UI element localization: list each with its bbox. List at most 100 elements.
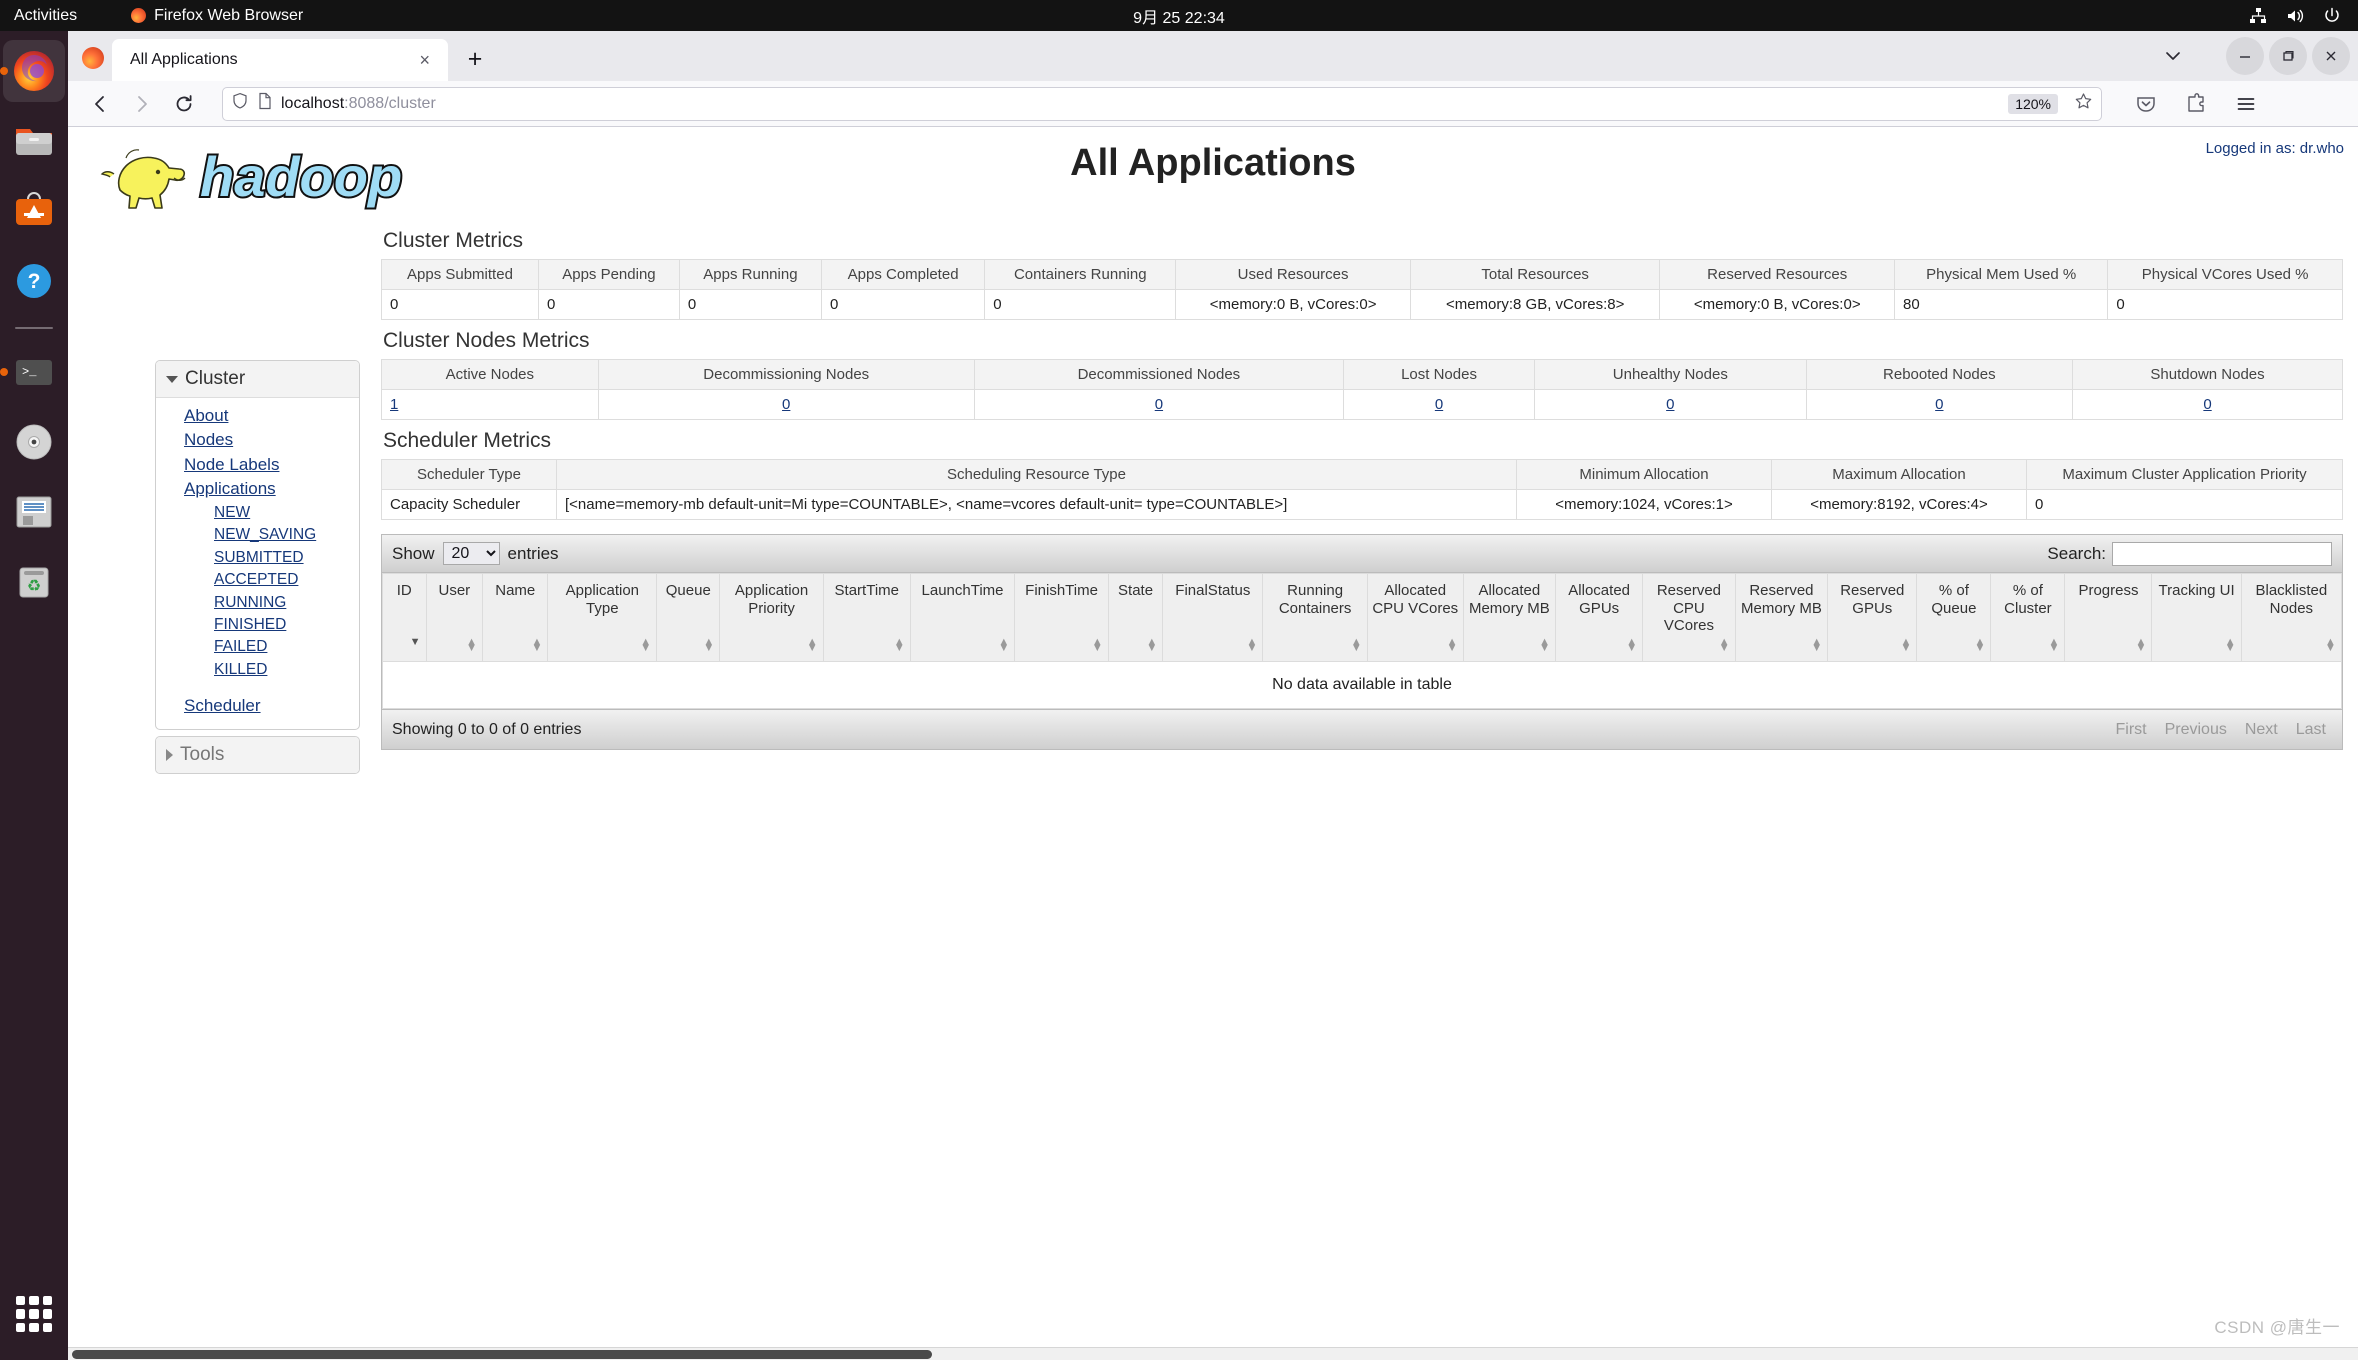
dock-item-disc[interactable] (3, 411, 65, 473)
dock-item-terminal[interactable]: >_ (3, 341, 65, 403)
col-state[interactable]: State ▲ ▼ (1107, 572, 1164, 663)
network-icon[interactable] (2248, 6, 2268, 26)
navigation-toolbar: localhost:8088/cluster 120% (68, 81, 2358, 127)
sidebar-item-about[interactable]: About (156, 404, 359, 428)
col-starttime[interactable]: StartTime ▲ ▼ (822, 572, 911, 663)
col-application-priority[interactable]: Application Priority ▲ ▼ (719, 572, 824, 663)
save-to-pocket-icon[interactable] (2128, 86, 2164, 122)
sidebar-item-applications[interactable]: Applications (156, 477, 359, 501)
sidebar-header-tools[interactable]: Tools (156, 736, 359, 773)
gnome-top-bar: Activities Firefox Web Browser 9月 25 22:… (0, 0, 2358, 31)
col-name[interactable]: Name ▲ ▼ (482, 572, 549, 663)
col-reserved-gpus[interactable]: Reserved GPUs ▲ ▼ (1827, 572, 1918, 663)
dock-item-firefox[interactable] (3, 40, 65, 102)
col-blacklisted-nodes[interactable]: Blacklisted Nodes ▲ ▼ (2240, 572, 2343, 663)
maximize-restore-button[interactable] (2269, 37, 2307, 75)
col-allocated-cpu-vcores[interactable]: Allocated CPU VCores ▲ ▼ (1366, 572, 1464, 663)
tab-all-applications[interactable]: All Applications × (112, 39, 448, 81)
url-bar[interactable]: localhost:8088/cluster 120% (222, 86, 2102, 121)
col-application-type[interactable]: Application Type ▲ ▼ (547, 572, 658, 663)
cell-decommissioned-nodes: 0 (973, 389, 1345, 420)
pager-last[interactable]: Last (2288, 717, 2334, 743)
close-window-button[interactable] (2312, 37, 2350, 75)
pager-first[interactable]: First (2107, 717, 2154, 743)
link-lost-nodes[interactable]: 0 (1435, 396, 1443, 413)
horizontal-scrollbar[interactable] (68, 1347, 2358, 1360)
col-percent-of-cluster[interactable]: % of Cluster ▲ ▼ (1990, 572, 2066, 663)
scrollbar-thumb[interactable] (72, 1350, 932, 1359)
extensions-icon[interactable] (2178, 86, 2214, 122)
sidebar-item-nodes[interactable]: Nodes (156, 428, 359, 452)
bookmark-star-icon[interactable] (2074, 92, 2093, 116)
sidebar-item-failed[interactable]: FAILED (156, 636, 359, 658)
active-app-label: Firefox Web Browser (154, 6, 304, 24)
sidebar-item-scheduler[interactable]: Scheduler (156, 694, 359, 718)
dock-item-files[interactable] (3, 110, 65, 172)
col-finalstatus[interactable]: FinalStatus ▲ ▼ (1162, 572, 1264, 663)
col-reserved-cpu-vcores[interactable]: Reserved CPU VCores ▲ ▼ (1642, 572, 1736, 663)
col-progress[interactable]: Progress ▲ ▼ (2064, 572, 2153, 663)
dock-item-save-disk[interactable] (3, 481, 65, 543)
sidebar-item-accepted[interactable]: ACCEPTED (156, 569, 359, 591)
application-menu-icon[interactable] (2228, 86, 2264, 122)
sidebar-item-new[interactable]: NEW (156, 502, 359, 524)
link-active-nodes[interactable]: 1 (390, 396, 398, 413)
forward-button[interactable] (124, 86, 160, 122)
col-scheduling-resource-type: Scheduling Resource Type (556, 459, 1517, 490)
page-info-icon[interactable] (257, 92, 273, 115)
col-allocated-memory-mb[interactable]: Allocated Memory MB ▲ ▼ (1462, 572, 1557, 663)
link-shutdown-nodes[interactable]: 0 (2203, 396, 2211, 413)
col-running-containers[interactable]: Running Containers ▲ ▼ (1262, 572, 1368, 663)
new-tab-button[interactable]: + (456, 40, 494, 78)
link-rebooted-nodes[interactable]: 0 (1935, 396, 1943, 413)
link-unhealthy-nodes[interactable]: 0 (1666, 396, 1674, 413)
link-decommissioned-nodes[interactable]: 0 (1155, 396, 1163, 413)
dock-item-trash[interactable]: ♻ (3, 551, 65, 613)
shield-icon[interactable] (231, 92, 249, 115)
search-input[interactable] (2112, 541, 2332, 566)
list-all-tabs-icon[interactable] (2151, 37, 2195, 75)
col-reserved-memory-mb[interactable]: Reserved Memory MB ▲ ▼ (1734, 572, 1829, 663)
power-icon[interactable] (2322, 6, 2342, 26)
zoom-level-badge[interactable]: 120% (2008, 93, 2058, 114)
pager-previous[interactable]: Previous (2157, 717, 2235, 743)
col-id[interactable]: ID ▼ (382, 572, 427, 663)
col-finishtime[interactable]: FinishTime ▲ ▼ (1014, 572, 1109, 663)
sidebar-item-submitted[interactable]: SUBMITTED (156, 547, 359, 569)
volume-icon[interactable] (2285, 6, 2305, 26)
col-allocated-gpus[interactable]: Allocated GPUs ▲ ▼ (1555, 572, 1644, 663)
link-decommissioning-nodes[interactable]: 0 (782, 396, 790, 413)
sidebar-item-killed[interactable]: KILLED (156, 659, 359, 681)
activities-button[interactable]: Activities (14, 7, 77, 25)
minimize-button[interactable] (2226, 37, 2264, 75)
col-launchtime[interactable]: LaunchTime ▲ ▼ (909, 572, 1016, 663)
sidebar-header-cluster-label: Cluster (185, 368, 246, 389)
col-minimum-allocation: Minimum Allocation (1516, 459, 1772, 490)
col-tracking-ui[interactable]: Tracking UI ▲ ▼ (2151, 572, 2242, 663)
active-app-indicator[interactable]: Firefox Web Browser (131, 7, 303, 25)
back-button[interactable] (82, 86, 118, 122)
dock-item-help[interactable]: ? (3, 250, 65, 312)
sidebar-header-cluster[interactable]: Cluster (156, 361, 359, 398)
show-applications-button[interactable] (10, 1290, 58, 1338)
col-label: Tracking UI (2158, 582, 2235, 599)
datatable-info: Showing 0 to 0 of 0 entries (392, 720, 582, 738)
sidebar-item-running[interactable]: RUNNING (156, 592, 359, 614)
col-user[interactable]: User ▲ ▼ (425, 572, 484, 663)
sidebar-item-finished[interactable]: FINISHED (156, 614, 359, 636)
dock-item-ubuntu-software[interactable] (3, 180, 65, 242)
sidebar-item-new-saving[interactable]: NEW_SAVING (156, 524, 359, 546)
col-label: Allocated Memory MB (1468, 582, 1550, 617)
url-path: :8088/cluster (344, 94, 436, 112)
clock[interactable]: 9月 25 22:34 (1133, 4, 1225, 28)
reload-button[interactable] (166, 86, 202, 122)
col-percent-of-queue[interactable]: % of Queue ▲ ▼ (1916, 572, 1992, 663)
close-icon[interactable]: × (413, 51, 436, 69)
page-length-select[interactable]: 20 40 60 80 100 (442, 542, 500, 565)
floppy-disk-icon (16, 496, 52, 528)
pager-next[interactable]: Next (2237, 717, 2286, 743)
sidebar-item-node-labels[interactable]: Node Labels (156, 453, 359, 477)
system-tray[interactable] (2248, 6, 2342, 26)
col-queue[interactable]: Queue ▲ ▼ (656, 572, 721, 663)
val-used-resources: <memory:0 B, vCores:0> (1175, 289, 1411, 320)
